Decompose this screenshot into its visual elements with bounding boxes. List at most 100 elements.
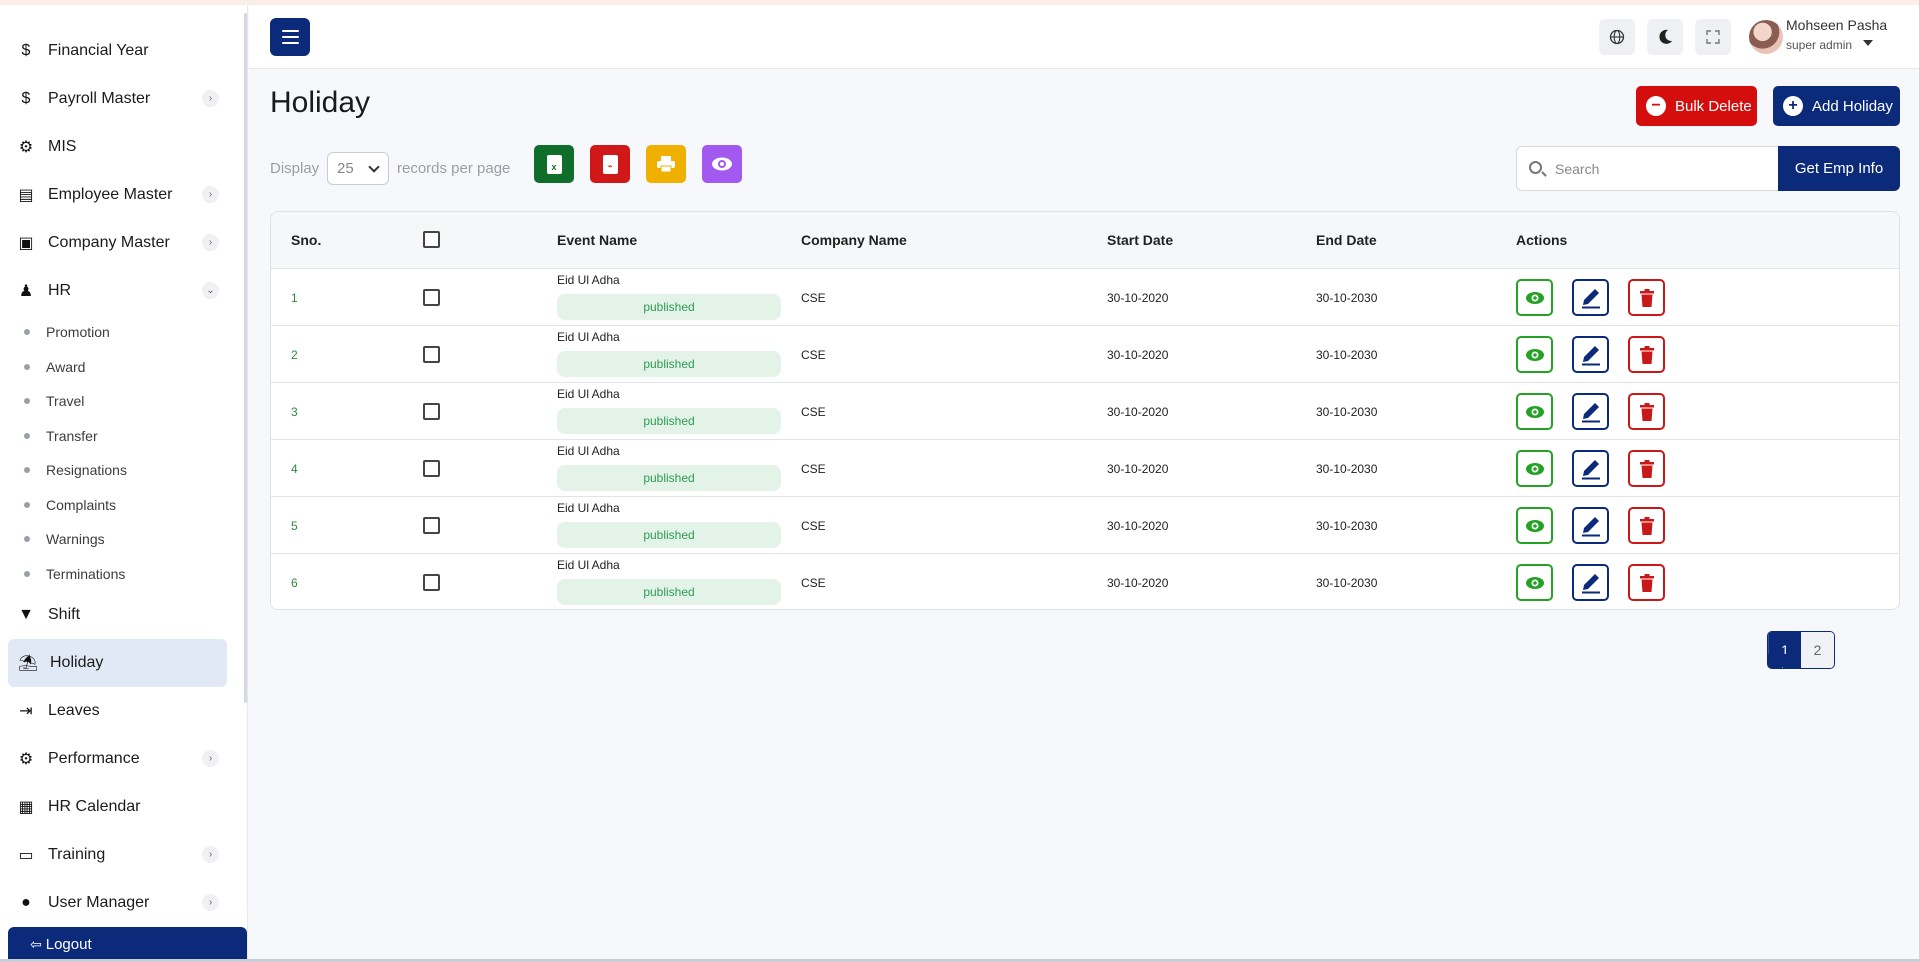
- avatar[interactable]: [1749, 20, 1783, 54]
- briefcase-icon: ▣: [18, 235, 34, 252]
- start-date: 30-10-2020: [1107, 348, 1169, 362]
- end-date: 30-10-2030: [1316, 576, 1378, 590]
- row-checkbox[interactable]: [423, 289, 440, 306]
- fullscreen-button[interactable]: [1695, 19, 1731, 55]
- chevron-right-icon[interactable]: ›: [202, 186, 219, 203]
- sign-out-icon: ⇥: [19, 703, 33, 720]
- add-holiday-button[interactable]: + Add Holiday: [1773, 86, 1900, 126]
- view-button[interactable]: [1516, 336, 1553, 373]
- sidebar-item-financial-year[interactable]: $ Financial Year: [0, 27, 245, 75]
- table-row: 4 Eid Ul Adha published CSE 30-10-2020 30-10-…: [271, 440, 1899, 497]
- sidebar-item-payroll-master[interactable]: $ Payroll Master ›: [0, 75, 245, 123]
- dark-mode-button[interactable]: [1647, 19, 1683, 55]
- event-name: Eid Ul Adha: [557, 330, 620, 344]
- search-field[interactable]: [1516, 146, 1780, 191]
- user-name[interactable]: Mohseen Pasha: [1786, 17, 1887, 33]
- table-row: 2 Eid Ul Adha published CSE 30-10-2020 30-10-…: [271, 326, 1899, 383]
- sidebar-item-leaves[interactable]: ⇥ Leaves: [0, 687, 245, 735]
- row-checkbox[interactable]: [423, 517, 440, 534]
- export-pdf-button[interactable]: ⌁: [590, 145, 630, 183]
- chevron-right-icon[interactable]: ›: [202, 750, 219, 767]
- edit-button[interactable]: [1572, 507, 1609, 544]
- page-size-value: 25: [337, 160, 354, 177]
- sidebar-item-label: Employee Master: [48, 186, 173, 203]
- view-button[interactable]: [1516, 507, 1553, 544]
- view-button[interactable]: [1516, 393, 1553, 430]
- column-header-company-name[interactable]: Company Name: [801, 232, 907, 248]
- sidebar-subitem-award[interactable]: Award: [0, 350, 245, 385]
- row-checkbox[interactable]: [423, 574, 440, 591]
- column-visibility-button[interactable]: [702, 145, 742, 183]
- sidebar-subitem-warnings[interactable]: Warnings: [0, 522, 245, 557]
- sidebar-subitem-travel[interactable]: Travel: [0, 384, 245, 419]
- sidebar-item-hr-calendar[interactable]: ▦ HR Calendar: [0, 783, 245, 831]
- next-page-button[interactable]: [1768, 654, 1801, 668]
- column-header-event-name[interactable]: Event Name: [557, 232, 637, 248]
- column-header-end-date[interactable]: End Date: [1316, 232, 1377, 248]
- row-sno: 1: [291, 291, 298, 305]
- dollar-icon: $: [21, 42, 31, 59]
- sidebar-item-training[interactable]: ▭ Training ›: [0, 831, 245, 879]
- delete-button[interactable]: [1628, 279, 1665, 316]
- delete-button[interactable]: [1628, 507, 1665, 544]
- sidebar-subitem-complaints[interactable]: Complaints: [0, 488, 245, 523]
- delete-button[interactable]: [1628, 564, 1665, 601]
- chevron-right-icon[interactable]: ›: [202, 90, 219, 107]
- edit-button[interactable]: [1572, 279, 1609, 316]
- sidebar-subitem-terminations[interactable]: Terminations: [0, 557, 245, 592]
- sidebar-item-holiday[interactable]: ⛱ Holiday: [8, 639, 227, 687]
- caret-down-icon[interactable]: [1863, 40, 1873, 46]
- trash-icon: [1639, 459, 1654, 478]
- chalkboard-icon: ▭: [18, 847, 34, 864]
- sidebar-subitem-promotion[interactable]: Promotion: [0, 315, 245, 350]
- search-input[interactable]: [1555, 159, 1765, 179]
- edit-button[interactable]: [1572, 393, 1609, 430]
- chevron-right-icon[interactable]: ›: [202, 234, 219, 251]
- select-all-checkbox[interactable]: [423, 231, 440, 248]
- sidebar-subitem-transfer[interactable]: Transfer: [0, 419, 245, 454]
- export-excel-button[interactable]: x: [534, 145, 574, 183]
- sidebar-item-performance[interactable]: ⚙ Performance ›: [0, 735, 245, 783]
- view-button[interactable]: [1516, 279, 1553, 316]
- bullet-icon: [24, 329, 30, 336]
- menu-toggle-button[interactable]: [270, 18, 310, 56]
- print-button[interactable]: [646, 145, 686, 183]
- view-button[interactable]: [1516, 564, 1553, 601]
- gears-icon: ⚙: [18, 751, 34, 768]
- logout-button[interactable]: ⇦ Logout: [8, 927, 247, 962]
- holiday-table: Sno. Event Name Company Name Start Date …: [270, 211, 1900, 610]
- printer-icon: [657, 156, 675, 173]
- pagination: 1 2: [1767, 631, 1835, 669]
- edit-button[interactable]: [1572, 450, 1609, 487]
- end-date: 30-10-2030: [1316, 519, 1378, 533]
- edit-button[interactable]: [1572, 336, 1609, 373]
- sidebar-item-employee-master[interactable]: ▤ Employee Master ›: [0, 171, 245, 219]
- sidebar-item-hr[interactable]: ♟ HR ⌄: [0, 267, 245, 315]
- row-checkbox[interactable]: [423, 346, 440, 363]
- column-header-start-date[interactable]: Start Date: [1107, 232, 1173, 248]
- row-checkbox[interactable]: [423, 460, 440, 477]
- delete-button[interactable]: [1628, 393, 1665, 430]
- delete-button[interactable]: [1628, 450, 1665, 487]
- event-name: Eid Ul Adha: [557, 387, 620, 401]
- chevron-right-icon[interactable]: ›: [202, 846, 219, 863]
- table-row: 5 Eid Ul Adha published CSE 30-10-2020 30-10-…: [271, 497, 1899, 554]
- chevron-right-icon[interactable]: ›: [202, 894, 219, 911]
- row-checkbox[interactable]: [423, 403, 440, 420]
- sidebar-item-mis[interactable]: ⚙ MIS: [0, 123, 245, 171]
- sidebar-item-company-master[interactable]: ▣ Company Master ›: [0, 219, 245, 267]
- language-button[interactable]: [1599, 19, 1635, 55]
- edit-button[interactable]: [1572, 564, 1609, 601]
- view-button[interactable]: [1516, 450, 1553, 487]
- bulk-delete-button[interactable]: − Bulk Delete: [1636, 86, 1757, 126]
- delete-button[interactable]: [1628, 336, 1665, 373]
- get-emp-info-button[interactable]: Get Emp Info: [1778, 146, 1900, 191]
- page-2-button[interactable]: 2: [1801, 632, 1834, 668]
- sidebar-item-shift[interactable]: ▼ Shift: [0, 591, 245, 639]
- chevron-down-icon[interactable]: ⌄: [202, 282, 219, 299]
- sidebar-item-user-manager[interactable]: ● User Manager ›: [0, 879, 245, 927]
- page-size-select[interactable]: 25: [327, 152, 389, 185]
- sidebar-subitem-resignations[interactable]: Resignations: [0, 453, 245, 488]
- column-header-sno[interactable]: Sno.: [291, 232, 321, 248]
- trash-icon: [1639, 573, 1654, 592]
